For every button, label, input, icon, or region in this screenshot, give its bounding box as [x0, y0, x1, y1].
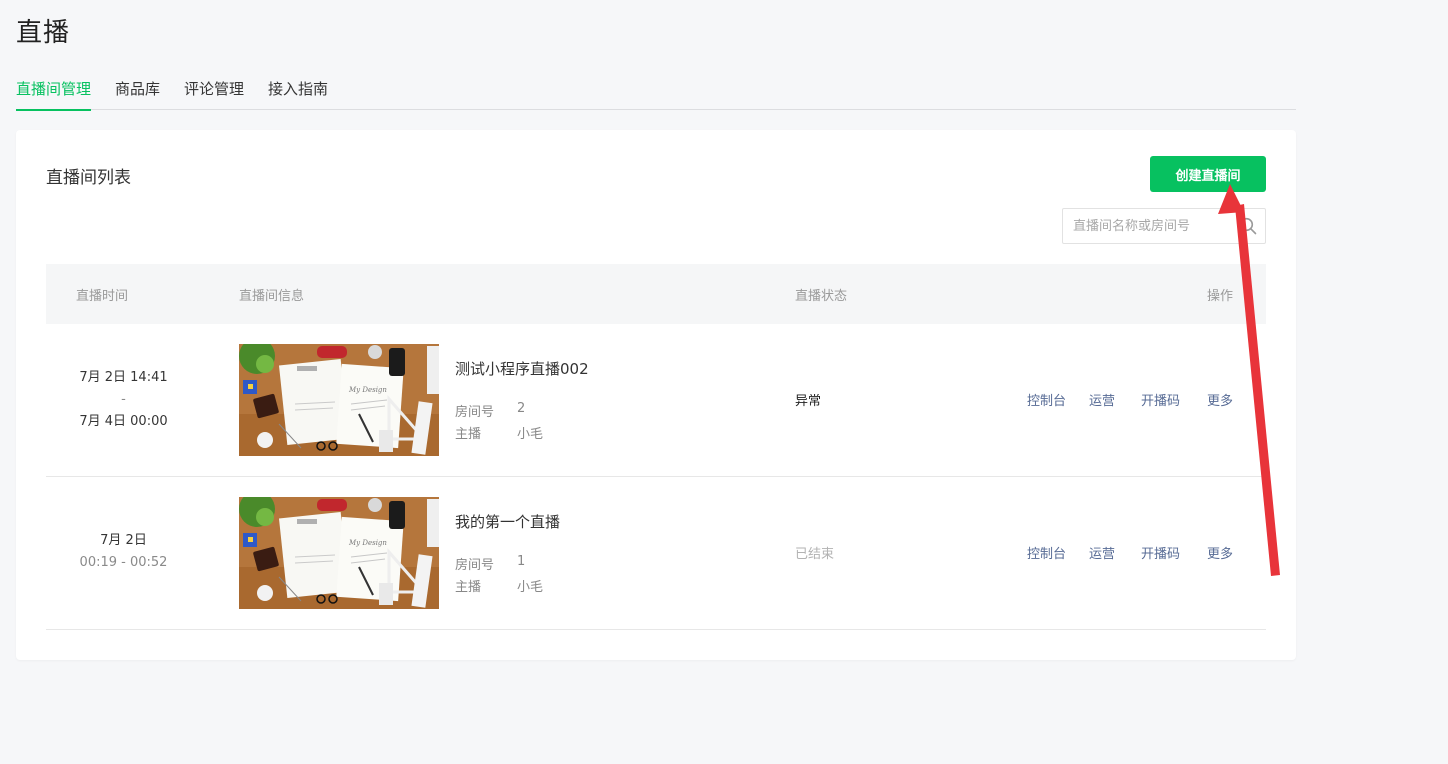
stream-code-link[interactable]: 开播码 [1141, 390, 1180, 409]
table-row: 7月 2日 00:19 - 00:52 My Design 我的第一个直播 房间… [46, 477, 1266, 630]
live-time: 7月 2日 14:41 - 7月 4日 00:00 [46, 367, 201, 433]
console-link[interactable]: 控制台 [1027, 543, 1066, 562]
host-value: 小毛 [517, 427, 544, 442]
table-row: 7月 2日 14:41 - 7月 4日 00:00 My Design 测试小程… [46, 324, 1266, 477]
room-number: 房间号 2 [455, 401, 525, 420]
room-number-value: 1 [517, 554, 526, 569]
host: 主播 小毛 [455, 423, 543, 442]
tab-comment-management[interactable]: 评论管理 [184, 76, 244, 110]
live-room-name: 我的第一个直播 [455, 513, 561, 531]
console-link[interactable]: 控制台 [1027, 390, 1066, 409]
live-time-range: 00:19 - 00:52 [79, 555, 168, 570]
tab-product-library[interactable]: 商品库 [115, 76, 160, 110]
header-info: 直播间信息 [239, 289, 305, 304]
host-value: 小毛 [517, 580, 544, 595]
tab-bar: 直播间管理 商品库 评论管理 接入指南 [16, 76, 1296, 111]
live-page: 直播 直播间管理 商品库 评论管理 接入指南 直播间列表 创建直播间 直播时间 … [0, 0, 1448, 764]
live-time: 7月 2日 00:19 - 00:52 [46, 530, 201, 574]
search-box [1062, 208, 1266, 244]
tab-live-room-management[interactable]: 直播间管理 [16, 76, 92, 111]
svg-text:My Design: My Design [348, 386, 387, 394]
room-number-value: 2 [517, 401, 526, 416]
live-room-table: 直播时间 直播间信息 直播状态 操作 7月 2日 14:41 - 7月 4日 0… [46, 264, 1266, 630]
stream-code-link[interactable]: 开播码 [1141, 543, 1180, 562]
status-badge: 已结束 [795, 547, 835, 562]
header-status: 直播状态 [795, 289, 848, 304]
room-number-label: 房间号 [455, 405, 495, 420]
live-room-cover-image: My Design [239, 344, 439, 456]
operation-link[interactable]: 运营 [1089, 390, 1115, 409]
time-end: 7月 4日 00:00 [79, 414, 168, 429]
live-room-list-card: 直播间列表 创建直播间 直播时间 直播间信息 直播状态 操作 7月 2日 14:… [16, 130, 1296, 660]
page-title: 直播 [16, 18, 71, 48]
time-start: 7月 2日 14:41 [79, 370, 168, 385]
create-live-room-button[interactable]: 创建直播间 [1150, 156, 1266, 192]
header-ops: 操作 [1207, 289, 1234, 304]
operation-link[interactable]: 运营 [1089, 543, 1115, 562]
svg-text:My Design: My Design [348, 539, 387, 547]
host-label: 主播 [455, 427, 482, 442]
status-badge: 异常 [795, 394, 822, 409]
more-link[interactable]: 更多 [1207, 543, 1233, 562]
header-time: 直播时间 [76, 289, 129, 304]
host: 主播 小毛 [455, 576, 543, 595]
search-icon[interactable] [1239, 217, 1257, 235]
search-input[interactable] [1063, 209, 1231, 243]
host-label: 主播 [455, 580, 482, 595]
time-separator: - [121, 392, 126, 407]
more-link[interactable]: 更多 [1207, 390, 1233, 409]
table-header: 直播时间 直播间信息 直播状态 操作 [46, 264, 1266, 324]
tab-integration-guide[interactable]: 接入指南 [268, 76, 328, 110]
room-number: 房间号 1 [455, 554, 525, 573]
live-room-cover-image: My Design [239, 497, 439, 609]
room-number-label: 房间号 [455, 558, 495, 573]
live-room-name: 测试小程序直播002 [455, 360, 589, 378]
live-date: 7月 2日 [100, 533, 147, 548]
card-title: 直播间列表 [46, 168, 131, 188]
